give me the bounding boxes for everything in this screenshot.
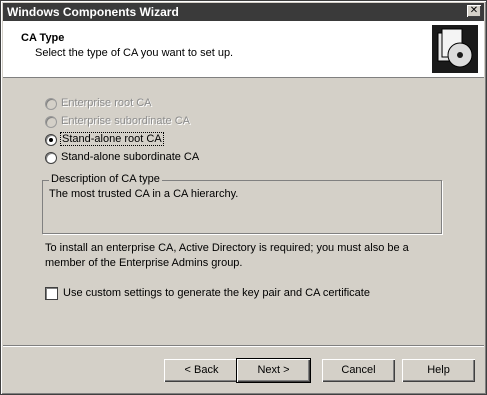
radio-button[interactable] bbox=[45, 152, 57, 164]
enterprise-note: To install an enterprise CA, Active Dire… bbox=[45, 242, 409, 269]
footer-separator bbox=[3, 345, 484, 347]
radio-button[interactable] bbox=[45, 134, 57, 146]
page-subtitle: Select the type of CA you want to set up… bbox=[35, 47, 234, 59]
title-bar[interactable]: Windows Components Wizard ✕ bbox=[3, 3, 484, 21]
next-button[interactable]: Next > bbox=[236, 358, 311, 383]
page-title: CA Type bbox=[21, 32, 65, 44]
close-icon[interactable]: ✕ bbox=[467, 5, 481, 17]
custom-settings-checkbox[interactable] bbox=[45, 287, 58, 300]
radio-selected-dot bbox=[49, 138, 53, 142]
wizard-logo-icon bbox=[432, 25, 478, 73]
radio-stand-alone-subordinate-ca[interactable]: Stand-alone subordinate CA bbox=[45, 151, 305, 167]
radio-enterprise-subordinate-ca[interactable]: Enterprise subordinate CA bbox=[45, 115, 305, 131]
cancel-button[interactable]: Cancel bbox=[322, 359, 395, 382]
description-groupbox: Description of CA type The most trusted … bbox=[42, 173, 442, 234]
custom-settings-label: Use custom settings to generate the key … bbox=[63, 287, 370, 299]
help-button[interactable]: Help bbox=[402, 359, 475, 382]
radio-label: Enterprise root CA bbox=[61, 97, 152, 109]
custom-settings-checkbox-row[interactable]: Use custom settings to generate the key … bbox=[45, 287, 445, 303]
window-title: Windows Components Wizard bbox=[7, 5, 179, 19]
wizard-header: CA Type Select the type of CA you want t… bbox=[3, 21, 484, 78]
wizard-window: Windows Components Wizard ✕ CA Type Sele… bbox=[0, 0, 487, 395]
radio-button[interactable] bbox=[45, 116, 57, 128]
description-legend: Description of CA type bbox=[49, 173, 162, 185]
radio-label: Stand-alone root CA bbox=[60, 132, 164, 146]
radio-enterprise-root-ca[interactable]: Enterprise root CA bbox=[45, 97, 305, 113]
radio-stand-alone-root-ca[interactable]: Stand-alone root CA bbox=[45, 132, 305, 149]
description-text: The most trusted CA in a CA hierarchy. bbox=[49, 188, 239, 200]
back-button[interactable]: < Back bbox=[164, 359, 239, 382]
radio-label: Stand-alone subordinate CA bbox=[61, 151, 200, 163]
radio-label: Enterprise subordinate CA bbox=[61, 115, 191, 127]
radio-button[interactable] bbox=[45, 98, 57, 110]
